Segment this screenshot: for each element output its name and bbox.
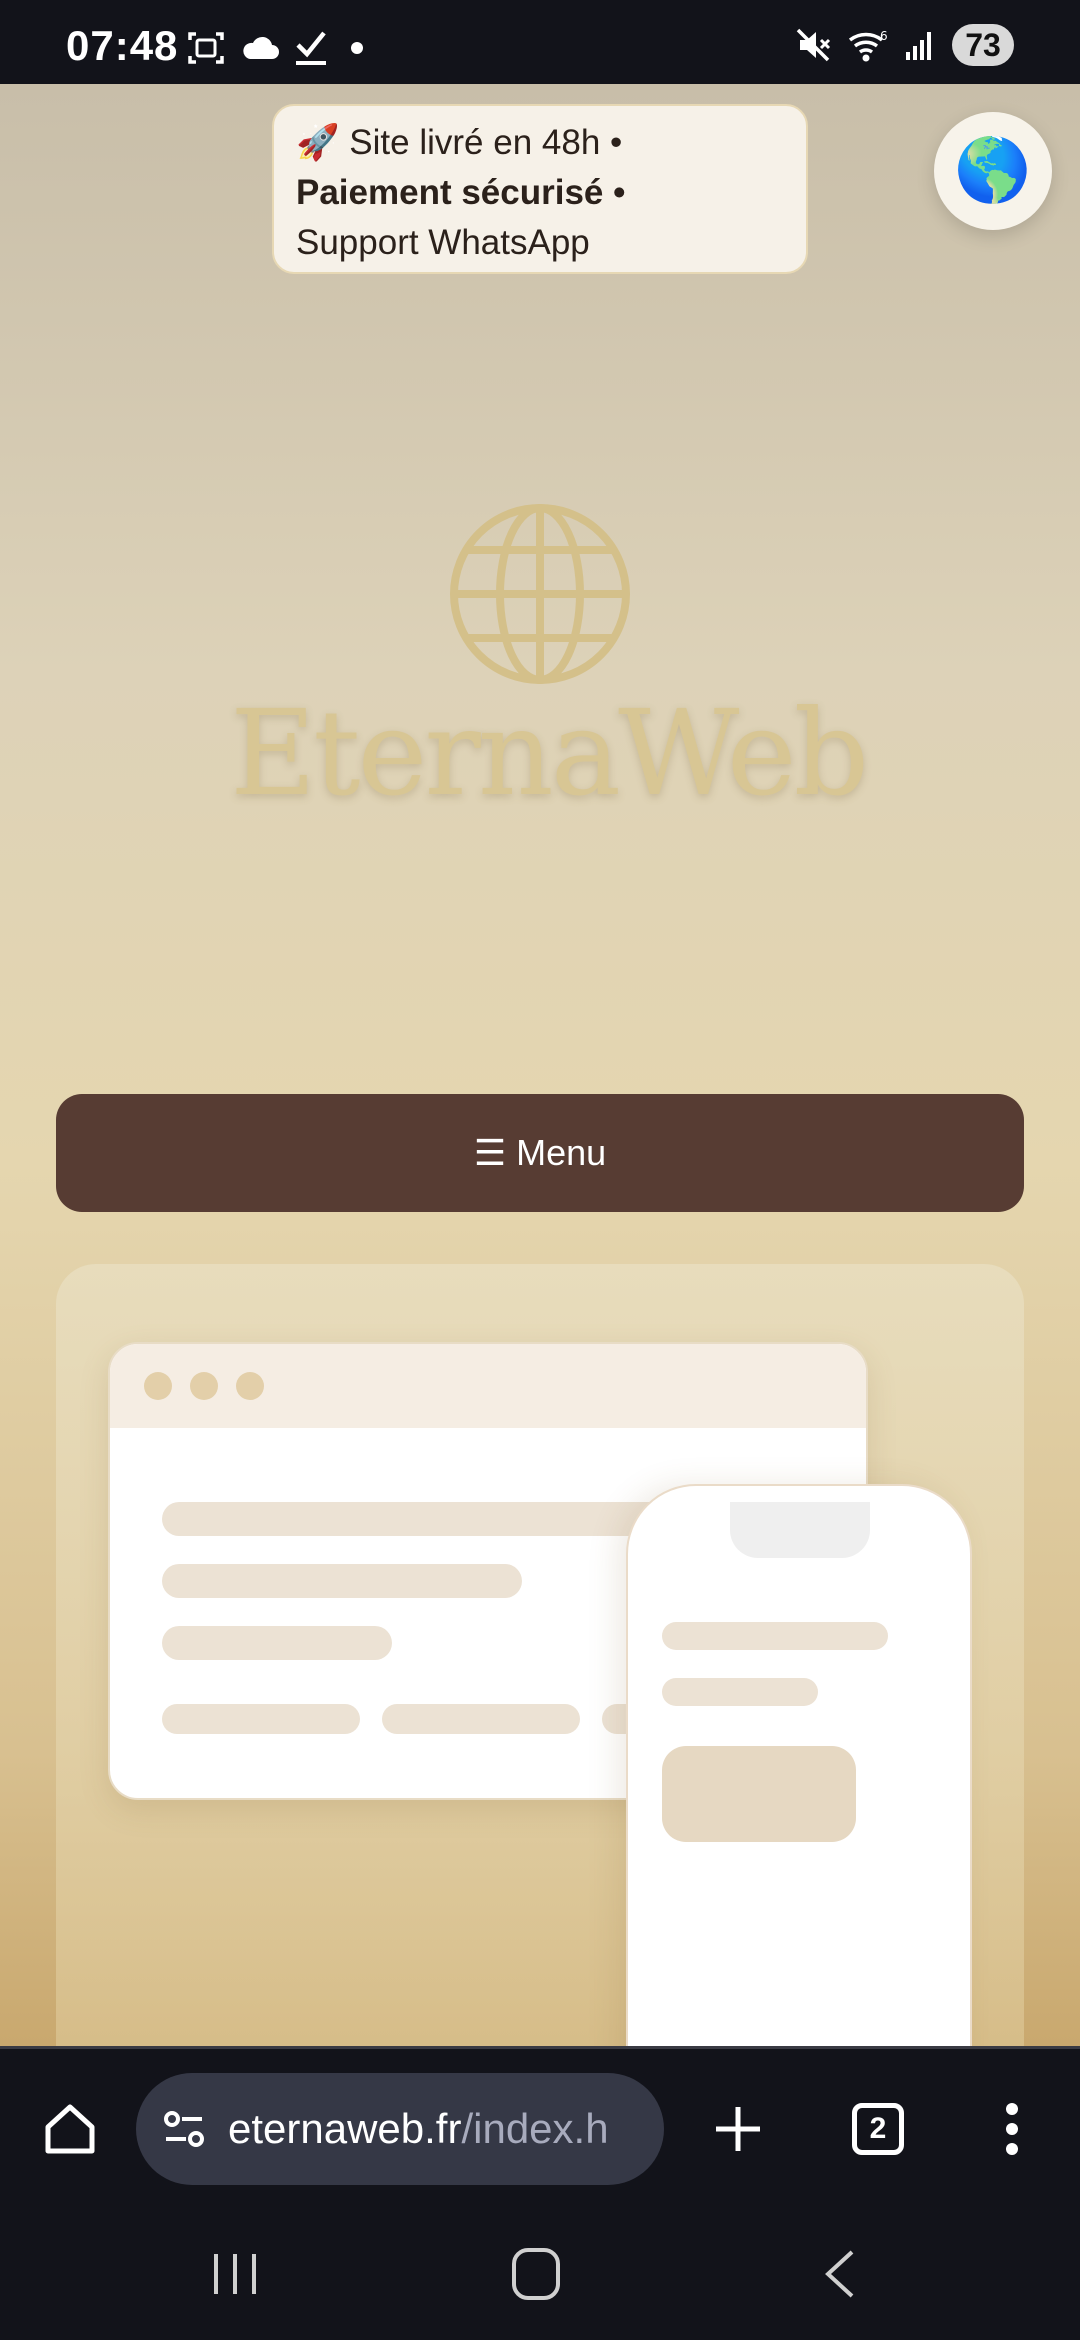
skeleton-button xyxy=(662,1746,856,1842)
site-settings-icon[interactable] xyxy=(160,2105,208,2153)
home-icon[interactable] xyxy=(40,2099,100,2159)
web-page: 🚀 Site livré en 48h • Paiement sécurisé … xyxy=(0,84,1080,2046)
signal-icon xyxy=(906,32,931,60)
trust-line-support: Support WhatsApp xyxy=(296,223,590,262)
tab-switcher-button[interactable]: 2 xyxy=(852,2103,904,2155)
dot-icon xyxy=(351,42,363,54)
more-options-icon[interactable] xyxy=(1000,2099,1024,2159)
skeleton-line xyxy=(162,1502,682,1536)
skeleton-line xyxy=(662,1678,818,1706)
system-navigation-bar xyxy=(0,2206,1080,2340)
skeleton-line xyxy=(662,1622,888,1650)
wifi-icon: 6 xyxy=(848,29,888,62)
url-domain: eternaweb.fr xyxy=(228,2105,462,2152)
back-icon[interactable] xyxy=(820,2248,860,2300)
battery-icon: 73 xyxy=(952,24,1014,66)
svg-text:6: 6 xyxy=(880,29,888,43)
browser-mockup-toolbar xyxy=(110,1344,866,1428)
home-nav-icon[interactable] xyxy=(510,2246,562,2302)
browser-toolbar: eternaweb.fr/index.h 2 xyxy=(0,2046,1080,2206)
check-icon xyxy=(296,31,326,65)
address-bar[interactable]: eternaweb.fr/index.h xyxy=(136,2073,664,2185)
skeleton-chip xyxy=(162,1704,360,1734)
trust-line-delivery: 🚀 Site livré en 48h • xyxy=(296,123,623,162)
phone-notch xyxy=(730,1502,870,1558)
status-bar: 07:48 6 73 xyxy=(0,0,1080,84)
trust-line-payment: Paiement sécurisé • xyxy=(296,173,626,212)
url-text: eternaweb.fr/index.h xyxy=(228,2105,609,2153)
menu-button[interactable]: ☰ Menu xyxy=(56,1094,1024,1212)
logo-globe-icon xyxy=(450,504,630,684)
phone-mockup xyxy=(626,1484,972,2046)
url-path: /index.h xyxy=(461,2105,609,2152)
skeleton-line xyxy=(162,1626,392,1660)
screenshot-icon xyxy=(188,32,224,64)
hero-illustration-card xyxy=(56,1264,1024,2046)
window-dot xyxy=(236,1372,264,1400)
status-time: 07:48 xyxy=(66,22,179,69)
skeleton-chip xyxy=(382,1704,580,1734)
logo-wordmark: EternaWeb xyxy=(230,684,869,822)
window-dot xyxy=(190,1372,218,1400)
cloud-icon xyxy=(243,36,279,59)
mute-icon xyxy=(796,28,831,62)
new-tab-icon[interactable] xyxy=(708,2099,768,2159)
notification-icons xyxy=(186,28,372,68)
trust-banner: 🚀 Site livré en 48h • Paiement sécurisé … xyxy=(272,104,808,274)
window-dot xyxy=(144,1372,172,1400)
skeleton-line xyxy=(162,1564,522,1598)
language-button[interactable]: 🌎 xyxy=(934,112,1052,230)
system-icons: 6 73 xyxy=(794,24,1014,66)
globe-icon: 🌎 xyxy=(954,136,1032,205)
recent-apps-icon[interactable] xyxy=(210,2250,260,2298)
